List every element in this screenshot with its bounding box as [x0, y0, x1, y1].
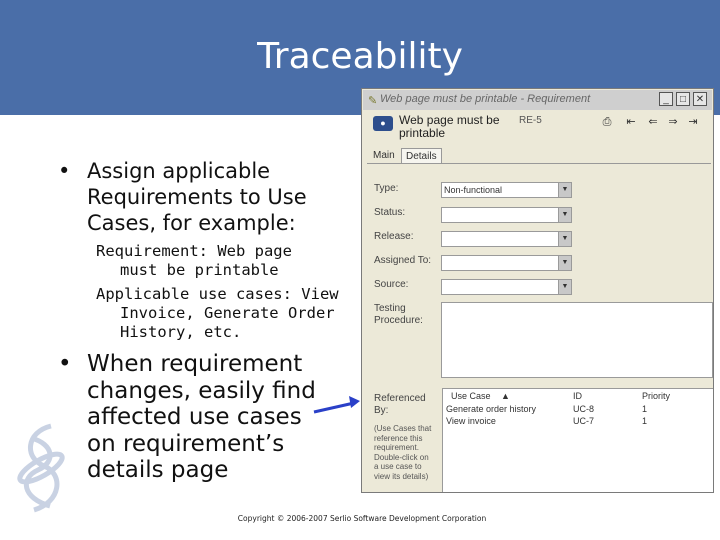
copyright-footer: Copyright © 2006-2007 Serlio Software De…: [237, 514, 487, 523]
pointer-arrow-icon: [313, 396, 360, 414]
